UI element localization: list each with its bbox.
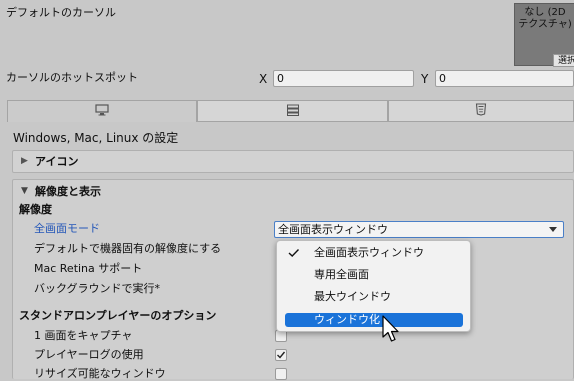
platform-settings-title: Windows, Mac, Linux の設定	[13, 131, 179, 145]
chevron-right-icon: ▶	[21, 156, 28, 166]
server-icon	[286, 104, 300, 119]
fullscreen-mode-menu: 全画面表示ウィンドウ 専用全画面 最大ウインドウ ウィンドウ化	[276, 240, 471, 332]
texture-select-button[interactable]: 選択	[553, 54, 574, 67]
default-cursor-label: デフォルトのカーソル	[6, 6, 116, 19]
hotspot-x-input[interactable]: 0	[273, 70, 414, 87]
monitor-icon	[95, 104, 109, 119]
icon-foldout-label: アイコン	[35, 155, 79, 168]
menu-item-exclusive-fullscreen[interactable]: 専用全画面	[285, 268, 463, 282]
menu-item-label: 全画面表示ウィンドウ	[314, 246, 424, 259]
fullscreen-mode-label: 全画面モード	[34, 222, 100, 235]
cursor-texture-field[interactable]: なし (2D テクスチャ) 選択	[514, 3, 574, 67]
hotspot-y-label: Y	[421, 72, 429, 86]
mouse-pointer-icon	[382, 315, 399, 342]
use-player-log-label: プレイヤーログの使用	[34, 348, 144, 361]
chevron-down-icon[interactable]: ▼	[21, 186, 28, 196]
standalone-options-header: スタンドアロンプレイヤーのオプション	[19, 309, 217, 322]
tab-standalone[interactable]	[7, 100, 197, 122]
hotspot-x-label: X	[259, 72, 268, 86]
html5-icon	[475, 103, 487, 119]
resizable-window-checkbox[interactable]	[275, 368, 287, 380]
hotspot-y-input[interactable]: 0	[435, 70, 574, 87]
tab-webgl[interactable]	[388, 100, 574, 122]
icon-foldout[interactable]: ▶ アイコン	[12, 150, 574, 173]
menu-item-fullscreen-window[interactable]: 全画面表示ウィンドウ	[285, 246, 463, 260]
capture-single-screen-label: 1 画面をキャプチャ	[34, 329, 133, 342]
resizable-window-label: リサイズ可能なウィンドウ	[34, 367, 166, 380]
checkmark-icon	[277, 351, 286, 359]
cursor-hotspot-label: カーソルのホットスポット	[6, 71, 138, 84]
dropdown-arrow-icon	[549, 227, 557, 232]
resolution-foldout-label[interactable]: 解像度と表示	[35, 185, 101, 199]
mac-retina-label: Mac Retina サポート	[34, 262, 143, 275]
menu-item-label: 最大ウインドウ	[314, 290, 391, 303]
menu-item-maximized-window[interactable]: 最大ウインドウ	[285, 290, 463, 304]
menu-item-windowed[interactable]: ウィンドウ化	[285, 313, 463, 327]
menu-item-label: ウィンドウ化	[314, 313, 380, 326]
checkmark-icon	[288, 249, 300, 257]
tab-dedicated-server[interactable]	[197, 100, 388, 122]
resolution-header: 解像度	[19, 203, 52, 216]
fullscreen-mode-value: 全画面表示ウィンドウ	[278, 223, 388, 236]
native-resolution-label: デフォルトで機器固有の解像度にする	[34, 242, 222, 255]
use-player-log-checkbox[interactable]	[275, 349, 287, 361]
texture-none-label: なし (2D テクスチャ)	[518, 7, 572, 30]
menu-item-label: 専用全画面	[314, 268, 369, 281]
platform-tab-bar	[7, 100, 574, 122]
fullscreen-mode-dropdown[interactable]: 全画面表示ウィンドウ	[274, 221, 564, 238]
run-in-background-label: バックグラウンドで実行*	[34, 282, 161, 295]
